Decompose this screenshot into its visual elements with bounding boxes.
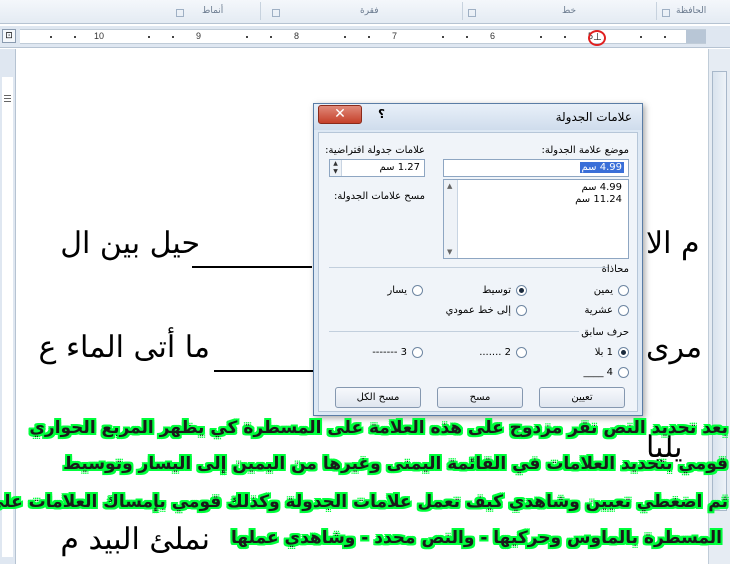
instruction-caption-line: ثم اضغطي تعيين وشاهدي كيف تعمل علامات ال… (0, 492, 728, 512)
ruler-tick (74, 36, 76, 38)
ribbon-separator (462, 2, 463, 20)
leader-dots-label[interactable]: 2 ....... (479, 347, 511, 358)
scrollbar-thumb[interactable] (712, 71, 727, 511)
help-icon[interactable]: ؟ (378, 107, 385, 121)
align-left-radio[interactable] (412, 285, 423, 296)
document-line: ما أتى الماء ع (38, 330, 210, 365)
ribbon-group-paragraph[interactable]: فقرة (360, 6, 379, 16)
dialog-body: موضع علامة الجدولة: 4.99 سم ▲ ▼ 4.99 سم … (318, 132, 638, 412)
ruler-tick (344, 36, 346, 38)
blank-underline (192, 266, 312, 268)
ruler-tick (4, 98, 11, 99)
ruler-tick (664, 36, 666, 38)
vertical-scrollbar[interactable] (708, 49, 730, 564)
default-tabs-label: علامات جدولة افتراضية: (325, 145, 425, 156)
leader-none-radio[interactable] (618, 347, 629, 358)
tab-position-label: موضع علامة الجدولة: (541, 145, 629, 156)
tab-position-value: 4.99 سم (579, 162, 624, 173)
clear-button[interactable]: مسح (437, 387, 523, 408)
ruler-tick (442, 36, 444, 38)
scroll-down-icon[interactable]: ▼ (447, 248, 452, 256)
leader-dashes-label[interactable]: 3 ------- (372, 347, 407, 358)
align-bar-radio[interactable] (516, 305, 527, 316)
dialog-titlebar: علامات الجدولة ✕ ؟ (314, 104, 642, 130)
tabs-dialog: علامات الجدولة ✕ ؟ موضع علامة الجدولة: 4… (313, 103, 643, 416)
list-scrollbar[interactable]: ▲ ▼ (444, 180, 458, 258)
leader-none-label[interactable]: 1 بلا (595, 347, 613, 358)
ruler-margin (686, 30, 706, 43)
paragraph-launcher-icon[interactable] (272, 9, 280, 17)
instruction-caption-line: قومي بتحديد العلامات في القائمة اليمنى و… (63, 454, 728, 474)
set-button[interactable]: تعيين (539, 387, 625, 408)
ruler-tick (564, 36, 566, 38)
ribbon-group-styles[interactable]: أنماط (202, 6, 223, 16)
ribbon-separator (260, 2, 261, 20)
ruler-number: 8 (294, 31, 300, 41)
ribbon-separator (656, 2, 657, 20)
scroll-up-icon[interactable]: ▲ (447, 182, 452, 190)
document-fragment: م الا (646, 226, 700, 261)
ruler-tick (4, 101, 11, 102)
ruler-tick (466, 36, 468, 38)
ruler-tick (270, 36, 272, 38)
leader-line-radio[interactable] (618, 367, 629, 378)
document-line: نملئ البيد م (60, 522, 210, 557)
ruler-tick (4, 95, 11, 96)
tab-stops-list[interactable]: ▲ ▼ 4.99 سم 11.24 سم (443, 179, 629, 259)
ribbon: أنماط فقرة خط الحافظة (0, 0, 730, 24)
leader-dashes-radio[interactable] (412, 347, 423, 358)
horizontal-ruler-bar: ⊡ 10 9 8 7 6 5 4 ⌞ (0, 26, 730, 69)
ruler-number: 10 (94, 31, 105, 41)
spinner-arrows-icon[interactable]: ▲ ▼ (330, 160, 342, 176)
align-decimal-label[interactable]: عشرية (584, 305, 613, 316)
align-decimal-radio[interactable] (618, 305, 629, 316)
align-right-radio[interactable] (618, 285, 629, 296)
align-right-label[interactable]: يمين (594, 285, 613, 296)
ruler-tick (50, 36, 52, 38)
instruction-caption-line: بعد تحديد النص نقر مزدوج على هذه العلامة… (29, 418, 728, 438)
ruler-number: 9 (196, 31, 202, 41)
align-left-label[interactable]: يسار (387, 285, 407, 296)
leader-line-label[interactable]: 4 ____ (583, 367, 613, 378)
clear-tabs-label: مسح علامات الجدولة: (334, 191, 425, 202)
clear-all-button[interactable]: مسح الكل (335, 387, 421, 408)
ruler-tick (640, 36, 642, 38)
ruler-tick (368, 36, 370, 38)
ruler-tick (148, 36, 150, 38)
vertical-ruler[interactable] (0, 49, 16, 564)
instruction-caption-line: المسطرة بالماوس وحركيها - والنص محدد - و… (231, 528, 722, 548)
alignment-label: محاذاة (601, 264, 629, 275)
clipboard-launcher-icon[interactable] (662, 9, 670, 17)
section-divider (329, 267, 609, 268)
list-item[interactable]: 11.24 سم (575, 194, 622, 205)
align-center-label[interactable]: توسيط (482, 285, 511, 296)
tab-selector-icon[interactable]: ⊡ (2, 29, 16, 43)
ruler-tick (172, 36, 174, 38)
font-launcher-icon[interactable] (468, 9, 476, 17)
ruler-tick (246, 36, 248, 38)
ruler-number: 6 (490, 31, 496, 41)
tab-position-input[interactable]: 4.99 سم (443, 159, 629, 177)
ribbon-group-font[interactable]: خط (562, 6, 576, 16)
ribbon-group-clipboard[interactable]: الحافظة (676, 6, 706, 16)
ruler-tick (540, 36, 542, 38)
default-tabs-spinner[interactable]: ▲ ▼ 1.27 سم (329, 159, 425, 177)
leader-dots-radio[interactable] (516, 347, 527, 358)
close-button[interactable]: ✕ (318, 105, 362, 124)
dialog-title: علامات الجدولة (555, 110, 632, 124)
align-center-radio[interactable] (516, 285, 527, 296)
default-tabs-value: 1.27 سم (379, 162, 420, 173)
document-line: حيل بين ال (60, 226, 200, 261)
list-item[interactable]: 4.99 سم (582, 182, 622, 193)
document-fragment: مرى (646, 330, 703, 365)
section-divider (329, 331, 579, 332)
styles-launcher-icon[interactable] (176, 9, 184, 17)
ruler-number: 7 (392, 31, 398, 41)
leader-label: حرف سابق (581, 327, 629, 338)
center-tab-stop-icon[interactable]: ⊥ (593, 32, 602, 43)
vertical-ruler-page (2, 77, 13, 557)
blank-underline (214, 370, 314, 372)
align-bar-label[interactable]: إلى خط عمودي (446, 305, 511, 316)
